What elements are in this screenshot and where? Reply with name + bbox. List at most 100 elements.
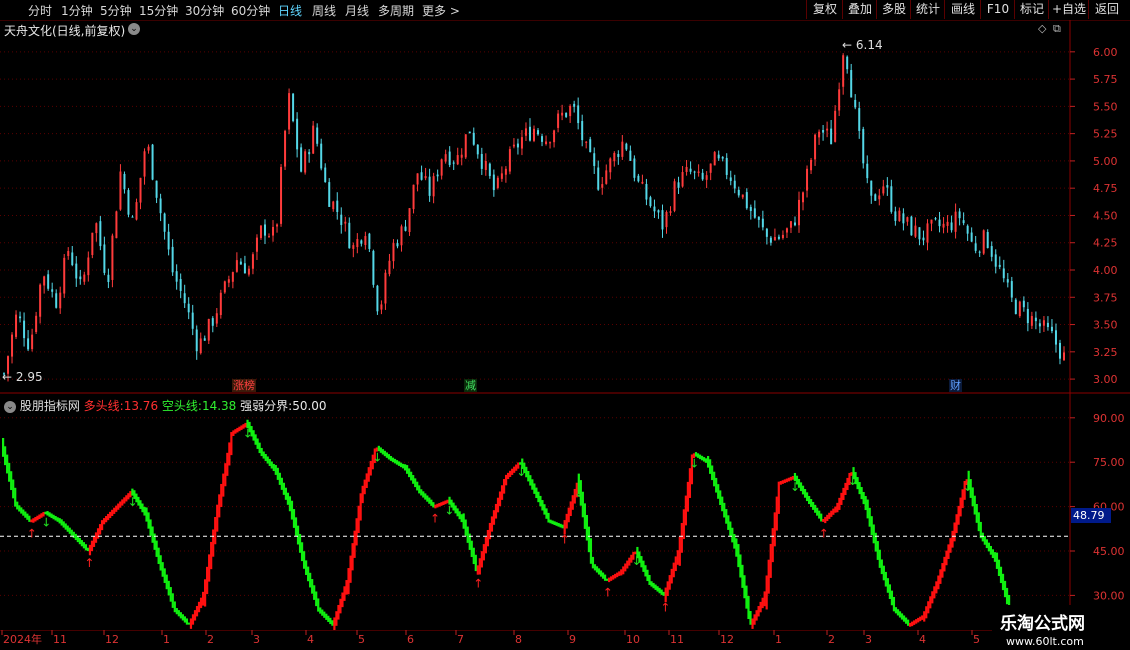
candle-body (1050, 326, 1053, 332)
candle-body (681, 172, 684, 187)
period-tab-monthly[interactable]: 月线 (345, 2, 369, 19)
indicator-ribbon-segment (878, 549, 881, 568)
price-chart[interactable]: 6.00 5.75 5.50 5.25 5.00 4.75 4.50 4.25 4.00 3.75… (0, 20, 1130, 395)
overlay-button[interactable]: 叠加 (842, 0, 877, 19)
candle-body (15, 314, 18, 337)
threshold-label: 强弱分界: (240, 399, 293, 413)
indicator-ribbon-segment (535, 487, 538, 499)
event-badge-reduce[interactable]: 减 (464, 379, 477, 392)
restore-rights-button[interactable]: 复权 (806, 0, 843, 19)
indicator-ribbon-segment (593, 564, 597, 571)
add-favorite-button[interactable]: +自选 (1048, 0, 1089, 19)
period-tab-5min[interactable]: 5分钟 (100, 2, 132, 19)
indicator-ribbon-segment (397, 461, 401, 466)
candle-body (717, 154, 720, 159)
candle-body (119, 171, 122, 210)
period-tab-30min[interactable]: 30分钟 (185, 2, 224, 19)
indicator-ribbon-segment (844, 482, 847, 495)
candle-body (155, 180, 158, 198)
candle-body (617, 153, 620, 157)
diamond-icon[interactable]: ◇ (1038, 22, 1046, 35)
event-badge-rank[interactable]: 涨榜 (232, 379, 256, 392)
indicator-ribbon-segment (270, 461, 273, 469)
indicator-chart[interactable]: 90.0075.0060.0045.0030.00 ↑↓↑↓↑↓↑↓↑↓↑↓↑↓… (0, 395, 1130, 630)
event-badge-finance[interactable]: 财 (949, 379, 962, 392)
candle-body (697, 171, 700, 173)
period-tab-weekly[interactable]: 周线 (312, 2, 336, 19)
candle-body (183, 293, 186, 304)
candle-body (982, 230, 985, 254)
multi-stock-button[interactable]: 多股 (876, 0, 911, 19)
indicator-ribbon-segment (729, 521, 732, 537)
indicator-ribbon-segment (422, 491, 425, 498)
indicator-ribbon-segment (100, 520, 104, 531)
indicator-ribbon-segment (82, 542, 86, 549)
indicator-ribbon-segment (898, 611, 902, 618)
candle-body (938, 219, 941, 227)
indicator-ribbon-segment (595, 566, 599, 573)
indicator-ribbon-segment (973, 495, 976, 515)
indicator-ribbon-segment (745, 585, 748, 609)
indicator-ribbon-segment (567, 507, 570, 523)
indicator-ribbon-segment (18, 505, 21, 512)
candle-body (958, 211, 961, 219)
indicator-ribbon-segment (771, 528, 774, 563)
candle-body (31, 334, 34, 350)
period-tab-multi[interactable]: 多周期 (378, 2, 414, 19)
current-value-tag: 48.79 (1071, 508, 1111, 523)
indicator-ribbon-segment (111, 509, 114, 516)
indicator-ribbon-segment (466, 526, 469, 543)
indicator-ribbon-segment (119, 501, 122, 508)
period-tab-15min[interactable]: 15分钟 (139, 2, 178, 19)
indicator-ribbon-segment (349, 555, 352, 583)
indicator-ribbon-segment (230, 432, 233, 456)
candle-body (71, 252, 74, 266)
indicator-ribbon-segment (949, 538, 952, 553)
period-tab-1min[interactable]: 1分钟 (61, 2, 93, 19)
indicator-ribbon-segment (78, 537, 81, 545)
sell-arrow-icon: ↓ (516, 465, 526, 479)
indicator-ribbon-segment (317, 598, 320, 612)
indicator-ribbon-segment (323, 611, 326, 618)
back-button[interactable]: 返回 (1088, 0, 1125, 19)
candle-body (83, 274, 86, 282)
f10-button[interactable]: F10 (980, 0, 1015, 19)
candle-body (432, 176, 435, 197)
sell-arrow-icon: ↓ (963, 480, 973, 494)
statistics-button[interactable]: 统计 (910, 0, 945, 19)
indicator-ribbon-segment (654, 584, 657, 590)
mark-button[interactable]: 标记 (1014, 0, 1049, 19)
indicator-ribbon-segment (357, 505, 360, 534)
indicator-ribbon-segment (531, 479, 534, 490)
chevron-down-icon[interactable]: ⌄ (4, 400, 16, 413)
indicator-ribbon-segment (341, 592, 344, 608)
candle-body (251, 254, 254, 269)
period-tab-daily[interactable]: 日线 (278, 2, 302, 19)
indicator-ribbon-segment (329, 617, 332, 625)
draw-line-button[interactable]: 画线 (944, 0, 981, 19)
indicator-ribbon-segment (830, 510, 833, 517)
candle-body (131, 216, 134, 218)
date-label: 4 (919, 633, 926, 646)
indicator-ribbon-segment (185, 618, 189, 625)
period-tab-60min[interactable]: 60分钟 (231, 2, 270, 19)
candle-body (846, 56, 849, 70)
indicator-ribbon-segment (210, 541, 213, 570)
indicator-ribbon-segment (783, 479, 786, 484)
chevron-down-icon[interactable]: ⌄ (128, 23, 140, 35)
candle-body (247, 268, 250, 275)
candle-body (115, 211, 118, 239)
indicator-ribbon-segment (137, 496, 140, 506)
candle-body (773, 237, 776, 241)
candle-body (500, 173, 503, 179)
indicator-ribbon-segment (86, 547, 90, 552)
indicator-ribbon-segment (721, 496, 724, 512)
period-tab-fenshi[interactable]: 分时 (28, 2, 52, 19)
candle-body (67, 251, 70, 256)
candle-body (621, 141, 624, 157)
candle-body (388, 260, 391, 275)
double-square-icon[interactable]: ⧉ (1053, 22, 1061, 36)
indicator-ribbon-segment (987, 542, 990, 552)
indicator-ribbon-segment (12, 479, 15, 499)
period-tab-more[interactable]: 更多 > (422, 2, 460, 19)
